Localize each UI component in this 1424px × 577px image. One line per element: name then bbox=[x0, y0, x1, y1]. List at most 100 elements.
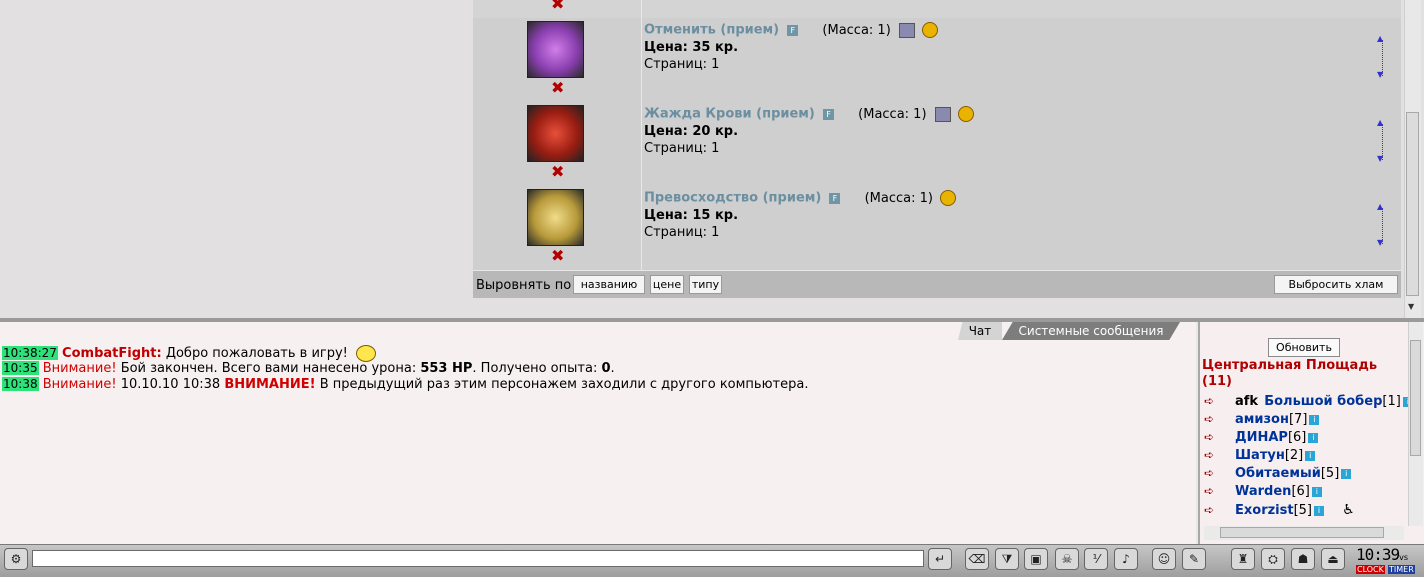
item-image[interactable] bbox=[527, 21, 584, 78]
scrollbar-thumb[interactable] bbox=[1410, 340, 1421, 456]
f-icon[interactable]: F bbox=[829, 192, 841, 204]
users-horizontal-scrollbar[interactable] bbox=[1204, 526, 1404, 540]
item-mass: (Масса: 1) bbox=[864, 190, 933, 206]
message-time[interactable]: 10:38:27 bbox=[2, 346, 58, 360]
f-icon[interactable]: F bbox=[787, 24, 799, 36]
character-icon[interactable]: ☗ bbox=[1291, 548, 1315, 570]
chat-mode-icon[interactable]: ⅟ bbox=[1084, 548, 1108, 570]
chat-settings-icon[interactable]: ⚙ bbox=[4, 548, 28, 570]
info-icon[interactable]: i bbox=[1341, 468, 1352, 479]
sound-icon[interactable]: ♪ bbox=[1114, 548, 1138, 570]
item-name-link[interactable]: Жажда Крови (прием) bbox=[644, 107, 815, 122]
warning-label: Внимание! bbox=[42, 361, 117, 376]
send-message-icon[interactable]: ↵ bbox=[928, 548, 952, 570]
item-name-link[interactable]: Отменить (прием) bbox=[644, 23, 779, 38]
smiley-icon bbox=[356, 345, 377, 362]
sort-by-price-button[interactable]: цене bbox=[650, 275, 684, 294]
users-vertical-scrollbar[interactable] bbox=[1408, 322, 1423, 526]
warning-caps: ВНИМАНИЕ! bbox=[224, 377, 316, 392]
sort-by-name-button[interactable]: названию bbox=[573, 275, 645, 294]
user-row: ➪ Шатун[2] i bbox=[1204, 448, 1316, 466]
message-text: В предыдущий раз этим персонажем заходил… bbox=[319, 377, 809, 392]
fight-icon[interactable]: ☠ bbox=[1055, 548, 1079, 570]
message-text: Бой закончен. Всего вами нанесено урона: bbox=[120, 361, 417, 376]
item-image-cell: ✖ bbox=[473, 0, 642, 18]
warning-label: Внимание! bbox=[42, 377, 117, 392]
private-message-icon[interactable]: ➪ bbox=[1204, 466, 1224, 480]
user-name[interactable]: амизон bbox=[1235, 412, 1289, 427]
message-sender[interactable]: CombatFight: bbox=[62, 346, 162, 361]
message-time[interactable]: 10:35 bbox=[2, 361, 39, 375]
save-log-icon[interactable]: ▣ bbox=[1024, 548, 1048, 570]
private-message-icon[interactable]: ➪ bbox=[1204, 503, 1224, 517]
wheelchair-icon: ♿ bbox=[1342, 502, 1355, 518]
inventory-icon[interactable]: ♜ bbox=[1231, 548, 1255, 570]
user-row: ➪afk Большой бобер[1]i bbox=[1204, 394, 1413, 412]
timer-label[interactable]: TIMER bbox=[1388, 565, 1415, 574]
private-message-icon[interactable]: ➪ bbox=[1204, 484, 1224, 498]
user-name[interactable]: ДИНАР bbox=[1235, 430, 1288, 445]
item-image[interactable] bbox=[527, 105, 584, 162]
exit-icon[interactable]: ⏏ bbox=[1321, 548, 1345, 570]
element-icon bbox=[957, 106, 974, 122]
item-pages: Страниц: 1 bbox=[644, 141, 720, 156]
item-image-cell: ✖ bbox=[473, 102, 642, 186]
user-level: [2] bbox=[1284, 448, 1304, 463]
clock-label[interactable]: CLOCK bbox=[1356, 565, 1385, 574]
map-icon[interactable]: ⛭ bbox=[1261, 548, 1285, 570]
scrollbar-thumb[interactable] bbox=[1406, 112, 1419, 296]
delete-icon[interactable]: ✖ bbox=[551, 80, 564, 96]
refresh-button[interactable]: Обновить bbox=[1268, 338, 1340, 357]
chat-input[interactable] bbox=[32, 550, 924, 567]
user-level: [7] bbox=[1288, 412, 1308, 427]
info-icon[interactable]: i bbox=[1308, 432, 1319, 443]
item-image-cell: ✖ bbox=[473, 186, 642, 270]
message-time[interactable]: 10:38 bbox=[2, 377, 39, 391]
drop-junk-button[interactable]: Выбросить хлам bbox=[1274, 275, 1398, 294]
move-arrows-icon[interactable] bbox=[1377, 34, 1393, 79]
inventory-scrollbar[interactable]: ▼ bbox=[1404, 0, 1421, 318]
clear-chat-icon[interactable]: ⌫ bbox=[965, 548, 989, 570]
user-name[interactable]: Обитаемый bbox=[1235, 466, 1321, 481]
smiles-icon[interactable]: ☺ bbox=[1152, 548, 1176, 570]
move-arrows-icon[interactable] bbox=[1377, 202, 1393, 247]
inventory-row: ✖ Отменить (прием) F (Масса: 1) Цена: 35… bbox=[473, 18, 1401, 103]
private-message-icon[interactable]: ➪ bbox=[1204, 430, 1224, 444]
info-icon[interactable]: i bbox=[1314, 505, 1325, 516]
gift-box-icon bbox=[934, 106, 951, 122]
left-panel bbox=[0, 0, 473, 318]
user-name[interactable]: Exorzist bbox=[1235, 503, 1294, 518]
private-message-icon[interactable]: ➪ bbox=[1204, 448, 1224, 462]
scroll-down-icon[interactable]: ▼ bbox=[1408, 302, 1414, 311]
info-icon[interactable]: i bbox=[1311, 486, 1322, 497]
room-name: Центральная Площадь (11) bbox=[1202, 358, 1378, 389]
delete-icon[interactable]: ✖ bbox=[551, 164, 564, 180]
private-message-icon[interactable]: ➪ bbox=[1204, 412, 1224, 426]
sort-by-type-button[interactable]: типу bbox=[689, 275, 722, 294]
info-icon[interactable]: i bbox=[1309, 414, 1320, 425]
item-price: Цена: 15 кр. bbox=[644, 208, 739, 223]
user-name[interactable]: Warden bbox=[1235, 484, 1291, 499]
sort-bar: Выровнять по названию цене типу Выбросит… bbox=[473, 271, 1401, 298]
item-name-link[interactable]: Превосходство (прием) bbox=[644, 191, 821, 206]
user-name[interactable]: Шатун bbox=[1235, 448, 1285, 463]
delete-icon[interactable]: ✖ bbox=[551, 0, 564, 12]
tab-chat[interactable]: Чат bbox=[958, 322, 1002, 340]
afk-label: afk bbox=[1235, 394, 1259, 409]
tab-system-messages[interactable]: Системные сообщения bbox=[1002, 322, 1180, 340]
element-icon bbox=[922, 22, 939, 38]
item-image[interactable] bbox=[527, 189, 584, 246]
private-message-icon[interactable]: ➪ bbox=[1204, 394, 1224, 408]
info-icon[interactable]: i bbox=[1305, 450, 1316, 461]
move-arrows-icon[interactable] bbox=[1377, 118, 1393, 163]
scrollbar-thumb[interactable] bbox=[1220, 527, 1384, 538]
item-price: Цена: 20 кр. bbox=[644, 124, 739, 139]
user-name[interactable]: Большой бобер bbox=[1264, 394, 1382, 409]
translit-icon[interactable]: ✎ bbox=[1182, 548, 1206, 570]
item-mass: (Масса: 1) bbox=[858, 106, 927, 122]
delete-icon[interactable]: ✖ bbox=[551, 248, 564, 264]
inventory-row: ✖ Жажда Крови (прием) F (Масса: 1) Цена:… bbox=[473, 102, 1401, 187]
filter-icon[interactable]: ⧩ bbox=[995, 548, 1019, 570]
f-icon[interactable]: F bbox=[823, 108, 835, 120]
chat-message: 10:35 Внимание! Бой закончен. Всего вами… bbox=[2, 361, 615, 376]
